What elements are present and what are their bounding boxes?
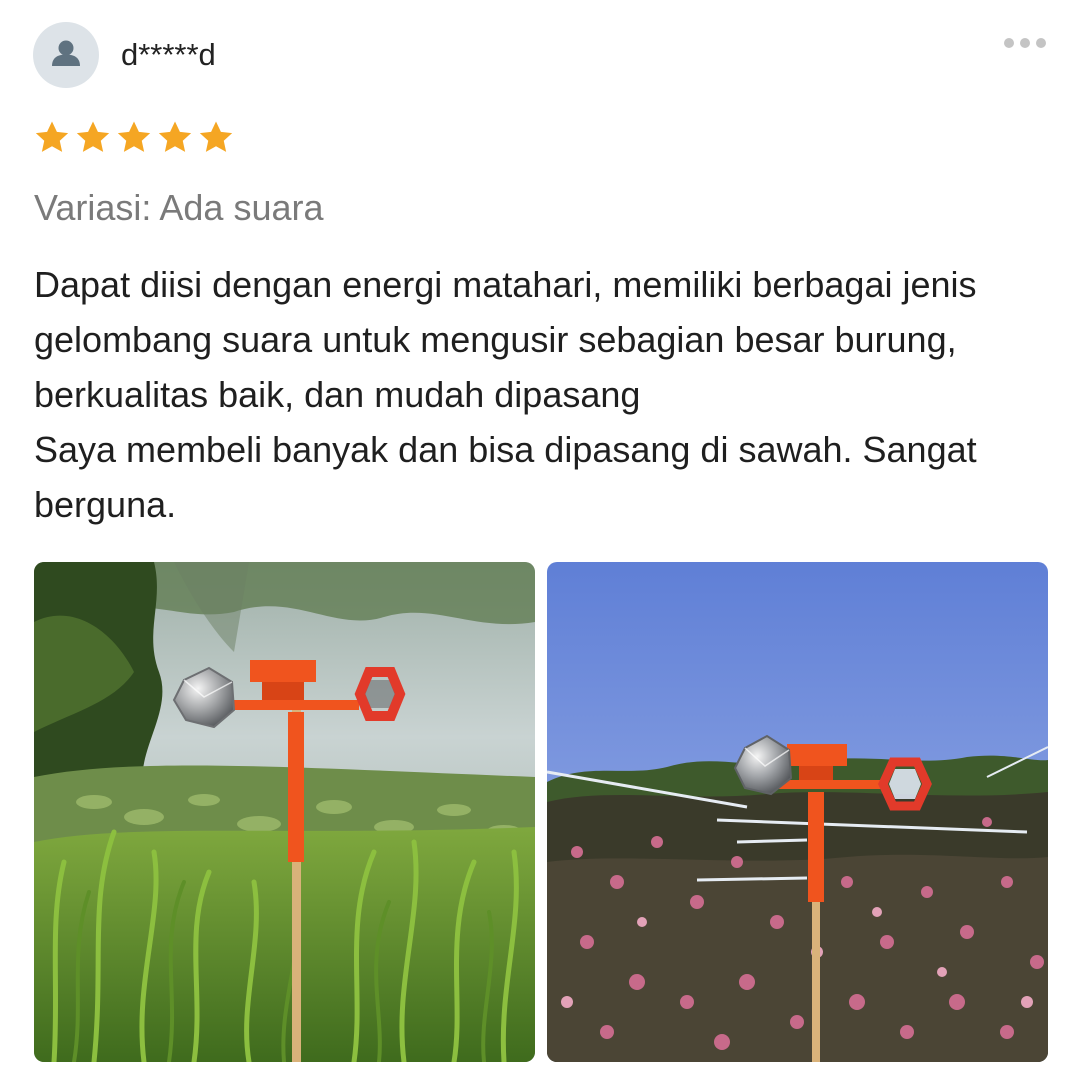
product-variation: Variasi: Ada suara <box>34 187 324 228</box>
photo-bird-repeller-pond <box>34 562 535 1062</box>
star-icon <box>76 121 110 152</box>
reviewer-name: d*****d <box>121 37 216 72</box>
more-options-button[interactable] <box>998 30 1052 56</box>
review-text: Dapat diisi dengan energi matahari, memi… <box>34 257 1054 532</box>
review-paragraph: Saya membeli banyak dan bisa dipasang di… <box>34 429 977 525</box>
more-dots-icon <box>1020 38 1030 48</box>
review-paragraph: Dapat diisi dengan energi matahari, memi… <box>34 264 977 415</box>
more-dots-icon <box>1004 38 1014 48</box>
review-card: d*****d Variasi: Ada suara Dapat diisi d… <box>0 0 1080 1088</box>
more-dots-icon <box>1036 38 1046 48</box>
star-icon <box>158 121 192 152</box>
star-icon <box>199 121 233 152</box>
star-icon <box>35 121 69 152</box>
star-rating <box>33 118 235 158</box>
avatar[interactable] <box>33 22 99 88</box>
user-icon <box>52 40 80 66</box>
star-icon <box>117 121 151 152</box>
review-photo-1[interactable] <box>34 562 535 1062</box>
photo-bird-repeller-orchard <box>547 562 1048 1062</box>
review-photo-2[interactable] <box>547 562 1048 1062</box>
